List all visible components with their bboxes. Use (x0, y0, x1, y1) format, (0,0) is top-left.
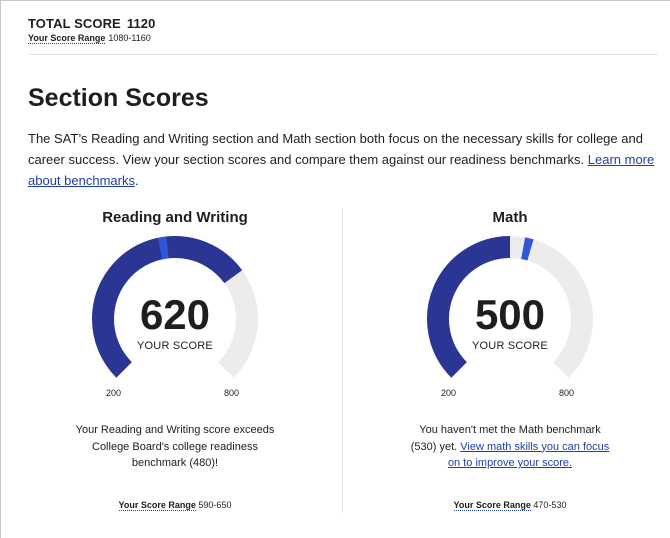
frame-top-border (0, 0, 670, 1)
math-score-label: YOUR SCORE (472, 340, 548, 352)
math-range-label[interactable]: Your Score Range (453, 500, 531, 511)
reading-range-label[interactable]: Your Score Range (118, 500, 196, 511)
math-range-value: 470-530 (533, 500, 567, 510)
section-description: The SAT’s Reading and Writing section an… (28, 128, 658, 191)
page-title: Section Scores (28, 84, 209, 112)
math-benchmark-marker (520, 237, 534, 261)
header-divider (28, 54, 658, 55)
math-gauge: 500 YOUR SCORE (422, 234, 598, 384)
math-message: You haven't met the Math benchmark (530)… (410, 422, 610, 472)
math-skills-link[interactable]: View math skills you can focus on to imp… (448, 441, 609, 470)
reading-gauge-max: 800 (224, 388, 240, 398)
math-column: Math 500 YOUR SCORE 200 800 You haven't … (360, 206, 660, 511)
reading-gauge-min: 200 (106, 388, 122, 398)
reading-score-label: YOUR SCORE (137, 340, 213, 352)
reading-writing-title: Reading and Writing (102, 209, 248, 226)
description-period: . (134, 173, 139, 188)
math-title: Math (492, 209, 528, 226)
reading-range-value: 590-650 (198, 500, 232, 510)
math-score-value: 500 (474, 291, 546, 338)
total-range-label[interactable]: Your Score Range (28, 33, 106, 44)
reading-writing-column: Reading and Writing 620 YOUR SCORE 200 8… (25, 206, 325, 511)
math-gauge-min: 200 (441, 388, 457, 398)
reading-score-range: Your Score Range 590-650 (25, 500, 325, 511)
total-score-line: TOTAL SCORE 1120 (28, 16, 155, 31)
column-divider (342, 208, 343, 513)
reading-score-value: 620 (139, 291, 211, 338)
total-score-label: TOTAL SCORE (28, 16, 121, 31)
reading-gauge: 620 YOUR SCORE (87, 234, 263, 384)
total-range-value: 1080-1160 (108, 33, 151, 43)
math-gauge-max: 800 (559, 388, 575, 398)
frame-left-border (0, 0, 1, 538)
total-score-value: 1120 (126, 16, 156, 31)
total-score-block: TOTAL SCORE 1120 Your Score Range 1080-116… (28, 16, 155, 44)
math-score-range: Your Score Range 470-530 (360, 500, 660, 511)
description-text: The SAT’s Reading and Writing section an… (28, 131, 643, 167)
reading-message: Your Reading and Writing score exceeds C… (75, 424, 275, 469)
total-score-range: Your Score Range 1080-1160 (28, 33, 155, 44)
reading-benchmark-marker (157, 236, 169, 260)
